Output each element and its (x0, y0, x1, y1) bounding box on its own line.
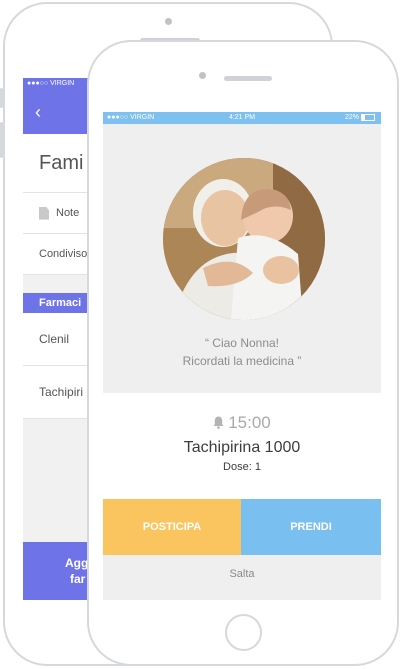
bell-icon (213, 416, 224, 429)
skip-button[interactable]: Salta (103, 555, 381, 600)
reminder-screen: ●●●○○ VIRGIN 4:21 PM 22% “ Ciao Nonna! R… (103, 112, 381, 600)
battery-icon (361, 113, 375, 121)
battery-indicator: 22% (345, 112, 375, 124)
dose-label: Dose: 1 (223, 461, 261, 473)
front-camera (199, 72, 206, 79)
front-camera (165, 18, 172, 25)
family-photo (163, 158, 325, 320)
document-icon (39, 206, 49, 220)
drug-name: Tachipirina 1000 (183, 439, 301, 456)
chevron-left-icon[interactable]: ‹ (35, 102, 41, 122)
carrier-label: ●●●○○ VIRGIN (27, 80, 75, 87)
add-button-label-line2: far (70, 572, 86, 586)
message-line-2: Ricordati la medicina ” (182, 354, 302, 368)
home-button[interactable] (225, 614, 262, 651)
battery-label: 22% (344, 114, 359, 121)
volume-up-button (0, 122, 3, 158)
mute-switch (0, 88, 3, 108)
front-phone-frame: ●●●○○ VIRGIN 4:21 PM 22% “ Ciao Nonna! R… (87, 40, 399, 666)
reminder-time-label: 15:00 (228, 413, 271, 432)
add-button-label-line1: Agg (65, 556, 89, 570)
shared-label: Condiviso (39, 248, 88, 260)
clock-label: 4:21 PM (228, 114, 256, 121)
status-bar: ●●●○○ VIRGIN 4:21 PM 22% (103, 112, 381, 124)
postpone-button[interactable]: POSTICIPA (103, 499, 241, 555)
speaker-grille (224, 76, 272, 81)
note-label: Note (56, 207, 80, 219)
message-line-1: “ Ciao Nonna! (204, 336, 280, 350)
reminder-card: 15:00 Tachipirina 1000 Dose: 1 (103, 393, 381, 499)
take-button[interactable]: PRENDI (241, 499, 381, 555)
reminder-time: 15:00 (103, 413, 381, 433)
